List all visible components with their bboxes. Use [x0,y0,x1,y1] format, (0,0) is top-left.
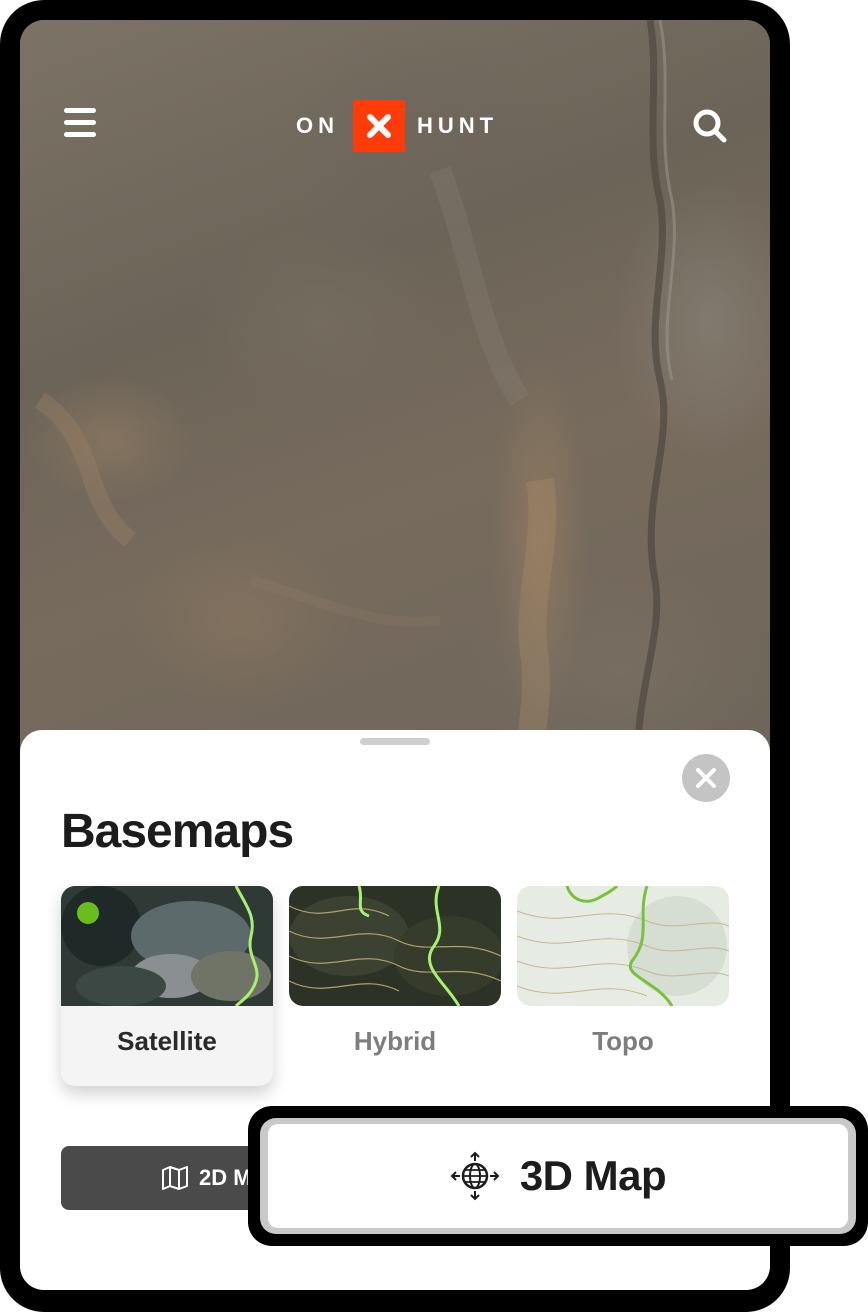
selected-indicator [77,902,99,924]
basemap-label: Hybrid [353,1026,437,1056]
logo-word-on: ON [296,113,339,138]
onx-hunt-logo: ON HUNT [296,100,498,152]
logo-word-hunt: HUNT [417,113,499,138]
basemap-card-hybrid[interactable]: Hybrid [289,886,501,1086]
hybrid-thumbnail [289,886,501,1006]
3d-map-label: 3D Map [519,1152,667,1199]
map-icon [162,1166,188,1190]
search-icon[interactable] [692,108,728,144]
app-screen: ON HUNT Basemaps Satellite Hybrid Topo 2… [20,20,770,1290]
3d-map-highlight: 3D Map [248,1106,868,1246]
basemap-label: Topo [592,1026,654,1056]
top-bar: ON HUNT [20,20,770,220]
x-icon [353,100,405,152]
sheet-title: Basemaps [61,805,294,858]
3d-map-button[interactable]: 3D Map [260,1118,856,1234]
basemap-card-topo[interactable]: Topo [517,886,729,1086]
sheet-drag-handle[interactable] [360,738,430,745]
basemap-label: Satellite [117,1026,217,1056]
close-icon [696,768,716,788]
satellite-thumbnail [61,886,273,1006]
hamburger-menu-icon[interactable] [64,108,98,142]
globe-move-icon [450,1151,500,1201]
topo-thumbnail [517,886,729,1006]
close-button[interactable] [682,754,730,802]
basemap-card-satellite[interactable]: Satellite [61,886,273,1086]
2d-map-label: 2D M [199,1165,252,1190]
